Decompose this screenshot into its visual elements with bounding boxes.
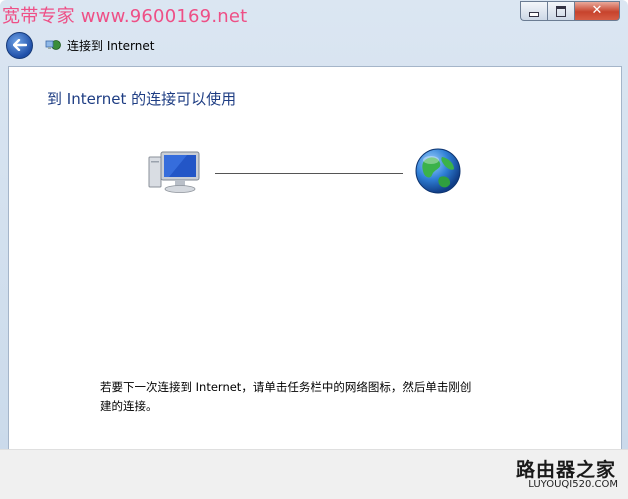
network-connection-icon — [45, 40, 61, 50]
connection-line — [215, 173, 403, 174]
back-arrow-icon — [12, 39, 27, 51]
nav-title: 连接到 Internet — [67, 38, 155, 53]
minimize-button[interactable] — [520, 1, 547, 21]
watermark-text: 宽带专家 www.9600169.net — [2, 6, 248, 27]
navigation-bar: 连接到 Internet — [6, 29, 154, 61]
maximize-icon — [556, 5, 566, 17]
internet-globe-icon — [415, 148, 461, 194]
brand-url: LUYOUQI520.COM — [528, 479, 618, 490]
window-caption-buttons: ✕ — [520, 1, 620, 21]
minimize-icon — [529, 11, 539, 17]
maximize-button[interactable] — [547, 1, 574, 21]
wizard-content: 到 Internet 的连接可以使用 若要下一次连接到 Internet，请单击… — [8, 66, 622, 450]
close-icon: ✕ — [591, 3, 603, 18]
close-button[interactable]: ✕ — [574, 1, 620, 21]
brand-watermark: 路由器之家 — [515, 459, 616, 481]
back-button[interactable] — [6, 31, 33, 59]
instruction-text: 若要下一次连接到 Internet，请单击任务栏中的网络图标，然后单击刚创建的连… — [100, 380, 472, 413]
page-heading: 到 Internet 的连接可以使用 — [47, 90, 237, 108]
computer-icon — [148, 151, 200, 193]
